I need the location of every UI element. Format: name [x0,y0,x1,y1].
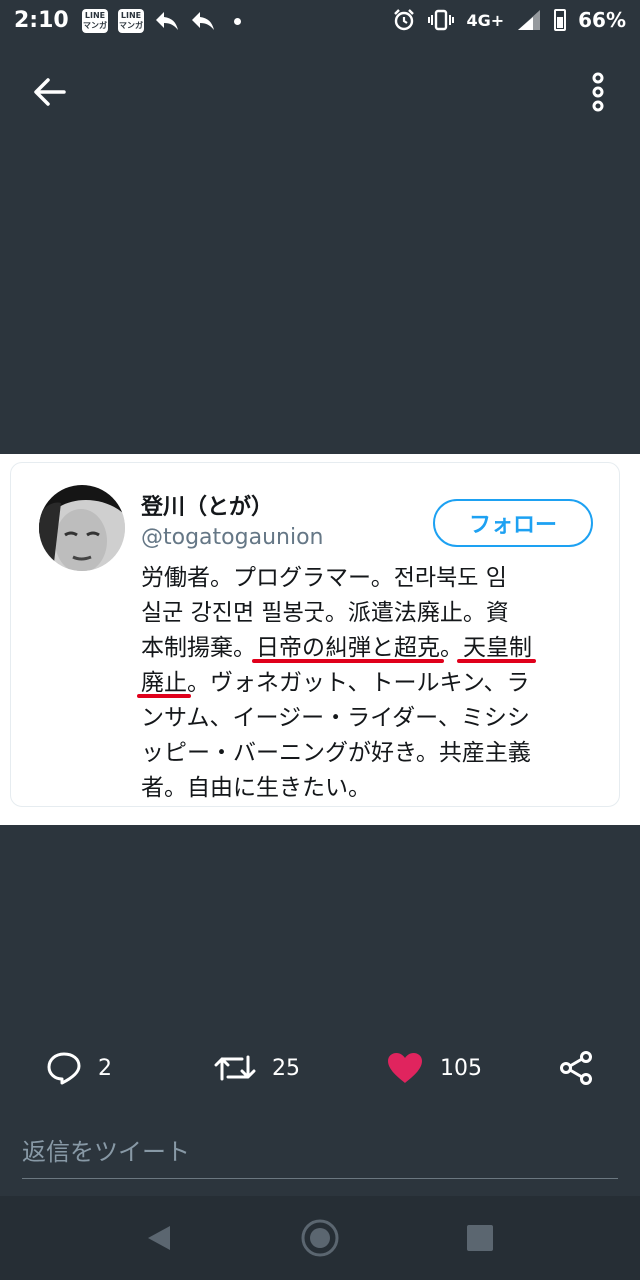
profile-name: 登川（とが） [141,495,274,520]
battery-icon [554,9,567,31]
like-button[interactable]: 105 [386,1040,482,1096]
underlined-phrase: 日帝の糾弾と超克 [252,635,444,663]
bio-line: 실군 강진면 필봉굿。派遣法廃止。資 [141,600,509,626]
red-underline [252,659,444,663]
profile-handle: @togatogaunion [141,525,324,550]
nav-recents-button[interactable] [460,1218,500,1258]
reply-placeholder: 返信をツイート [22,1138,190,1166]
reply-notification-icon [156,12,178,30]
status-time: 2:10 [14,8,69,33]
bio-line: 者。自由に生きたい。 [141,775,371,801]
line-manga-icon: LINE マンガ [118,9,144,33]
back-button[interactable] [30,74,70,110]
top-bar [0,60,640,124]
follow-button[interactable]: フォロー [433,499,593,547]
retweet-button[interactable]: 25 [214,1040,300,1096]
nav-back-button[interactable] [140,1218,180,1258]
bio-line: 労働者。プログラマー。전라북도 임 [141,565,507,591]
reply-notification-icon [192,12,214,30]
status-bar: 2:10 LINE マンガ LINE マンガ 4G+ 66% [0,0,640,44]
reply-count: 2 [98,1055,112,1081]
nav-home-button[interactable] [300,1218,340,1258]
arrow-left-icon [34,78,66,106]
share-button[interactable] [558,1040,594,1096]
tweet-image[interactable]: 登川（とが） @togatogaunion フォロー 労働者。プログラマー。전라… [0,454,640,825]
profile-bio: 労働者。プログラマー。전라북도 임 실군 강진면 필봉굿。派遣法廃止。資 本制揚… [137,561,591,806]
navigation-bar [0,1196,640,1280]
notification-dot-icon [234,17,241,25]
red-underline [457,659,536,663]
underlined-phrase: 天皇制 [457,635,536,663]
tweet-actions: 2 25 105 [0,1040,640,1096]
network-type: 4G+ [466,10,505,30]
circle-home-icon [301,1219,339,1257]
avatar [39,485,125,571]
share-icon [560,1051,592,1085]
bio-line: 本制揚棄。日帝の糾弾と超克 。天皇制 [141,631,591,666]
profile-card: 登川（とが） @togatogaunion フォロー 労働者。プログラマー。전라… [10,462,620,807]
avatar-photo [39,485,125,571]
red-underline [137,694,191,698]
bio-line: ッピー・バーニングが好き。共産主義 [141,740,531,766]
more-options-button[interactable] [586,70,610,114]
retweet-icon [214,1055,256,1081]
triangle-back-icon [148,1226,170,1250]
underlined-phrase: 廃止 [137,670,191,698]
like-count: 105 [440,1055,482,1081]
vibrate-icon [428,9,455,31]
reply-button[interactable]: 2 [46,1040,112,1096]
square-recents-icon [467,1225,493,1251]
bio-line: 廃止 。ヴォネガット、トールキン、ラ [137,666,591,701]
bio-line: ンサム、イージー・ライダー、ミシシ [141,705,530,731]
reply-bubble-icon [47,1052,81,1085]
more-vertical-icon [592,72,604,112]
reply-input[interactable]: 返信をツイート [22,1122,618,1179]
heart-filled-icon [388,1053,422,1083]
line-manga-icon: LINE マンガ [82,9,108,33]
signal-icon [518,10,541,30]
alarm-icon [394,9,415,31]
retweet-count: 25 [272,1055,300,1081]
battery-percent: 66% [578,8,626,32]
